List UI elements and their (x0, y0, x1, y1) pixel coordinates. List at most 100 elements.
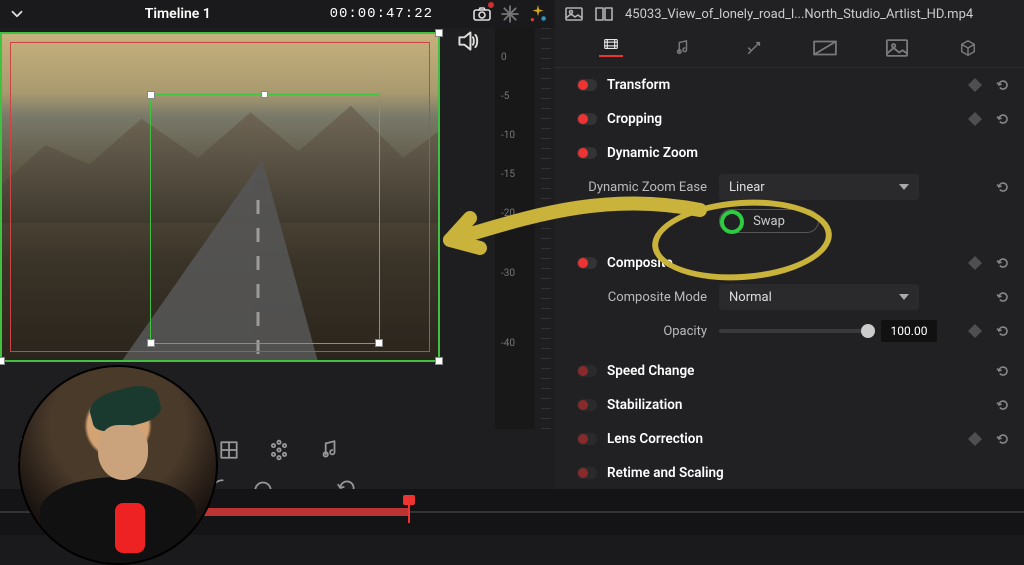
inspector-body: Transform Cropping Dynamic Zoom Dynamic … (555, 68, 1024, 535)
toggle-icon[interactable] (577, 257, 597, 269)
meter-mark: 0 (501, 52, 507, 63)
param-label: Opacity (577, 324, 707, 339)
button-label: Swap (753, 214, 785, 229)
inspector-header: 45033_View_of_lonely_road_l...North_Stud… (555, 0, 1024, 28)
toggle-icon[interactable] (577, 467, 597, 479)
resize-handle[interactable] (375, 339, 383, 347)
meter-mark: -5 (501, 91, 509, 102)
section-label: Stabilization (607, 397, 682, 413)
opacity-slider[interactable] (719, 329, 869, 333)
param-opacity: Opacity 100.00 (577, 314, 1010, 348)
tab-video[interactable] (599, 39, 623, 57)
meter-mark: -30 (501, 268, 515, 279)
section-lens-correction[interactable]: Lens Correction (577, 422, 1010, 456)
music-note-icon[interactable] (318, 439, 340, 461)
viewer-top-bar: Timeline 1 00:00:47:22 (0, 0, 555, 28)
section-label: Dynamic Zoom (607, 145, 698, 161)
image-icon[interactable] (565, 5, 583, 23)
meter-mark: -20 (501, 208, 515, 219)
section-speed-change[interactable]: Speed Change (577, 354, 1010, 388)
color-sparkle-icon[interactable] (529, 5, 547, 23)
resize-handle[interactable] (261, 91, 268, 98)
section-transform[interactable]: Transform (577, 68, 1010, 102)
section-label: Composite (607, 255, 673, 271)
param-label: Composite Mode (577, 290, 707, 305)
playhead[interactable] (408, 501, 410, 523)
viewer-area: 0 -5 -10 -15 -20 -30 -40 (0, 28, 555, 429)
tab-effects[interactable] (742, 39, 766, 57)
param-label: Dynamic Zoom Ease (577, 180, 707, 195)
section-composite[interactable]: Composite (577, 246, 1010, 280)
master-timecode[interactable]: 00:00:47:22 (330, 6, 433, 22)
section-retime-scaling[interactable]: Retime and Scaling (577, 456, 1010, 490)
chevron-down-icon[interactable] (8, 5, 26, 23)
grid-icon[interactable] (218, 439, 240, 461)
dynamic-zoom-end-frame[interactable] (150, 94, 380, 344)
presenter-webcam (18, 365, 218, 565)
toggle-icon[interactable] (577, 433, 597, 445)
section-cropping[interactable]: Cropping (577, 102, 1010, 136)
slider-knob[interactable] (861, 324, 875, 338)
tab-transition[interactable] (813, 39, 837, 57)
inspector-panel: 45033_View_of_lonely_road_l...North_Stud… (555, 0, 1024, 535)
meter-mark: -15 (501, 169, 515, 180)
tab-image[interactable] (885, 39, 909, 57)
audio-meter: 0 -5 -10 -15 -20 -30 -40 (495, 28, 535, 429)
param-composite-mode: Composite Mode Normal (577, 280, 1010, 314)
section-label: Cropping (607, 111, 662, 127)
section-stabilization[interactable]: Stabilization (577, 388, 1010, 422)
toggle-icon[interactable] (577, 399, 597, 411)
reset-icon[interactable] (996, 290, 1010, 304)
speaker-icon[interactable] (457, 30, 479, 52)
reset-icon[interactable] (996, 432, 1010, 446)
toggle-icon[interactable] (577, 113, 597, 125)
timeline-title: Timeline 1 (36, 6, 320, 22)
section-label: Speed Change (607, 363, 694, 379)
annotation-cursor-ring (720, 210, 744, 234)
particles-icon[interactable] (268, 439, 290, 461)
select-value: Normal (729, 290, 772, 305)
section-label: Retime and Scaling (607, 465, 724, 481)
reset-icon[interactable] (996, 398, 1010, 412)
keyframe-icon[interactable] (968, 78, 982, 92)
meter-mark: -10 (501, 130, 515, 141)
tab-file[interactable] (956, 39, 980, 57)
reset-icon[interactable] (996, 364, 1010, 378)
section-label: Transform (607, 77, 670, 93)
meter-mark: -40 (501, 338, 515, 349)
reset-icon[interactable] (996, 180, 1010, 194)
section-dynamic-zoom[interactable]: Dynamic Zoom (577, 136, 1010, 170)
resize-handle[interactable] (147, 339, 155, 347)
toggle-icon[interactable] (577, 147, 597, 159)
opacity-value[interactable]: 100.00 (881, 320, 937, 342)
keyframe-icon[interactable] (968, 432, 982, 446)
ease-select[interactable]: Linear (719, 174, 919, 200)
viewer-frame[interactable] (0, 32, 440, 362)
reset-icon[interactable] (996, 256, 1010, 270)
chevron-down-icon (899, 184, 909, 190)
param-swap: Swap (577, 204, 1010, 238)
reset-icon[interactable] (996, 324, 1010, 338)
chevron-down-icon (899, 294, 909, 300)
resize-handle[interactable] (0, 357, 5, 365)
composite-mode-select[interactable]: Normal (719, 284, 919, 310)
param-dynamic-zoom-ease: Dynamic Zoom Ease Linear (577, 170, 1010, 204)
camera-icon[interactable] (473, 5, 491, 23)
select-value: Linear (729, 180, 765, 195)
sparkle-icon[interactable] (501, 5, 519, 23)
resize-handle[interactable] (147, 91, 155, 99)
reset-icon[interactable] (996, 112, 1010, 126)
keyframe-icon[interactable] (968, 256, 982, 270)
dual-view-icon[interactable] (595, 5, 613, 23)
clip-filename: 45033_View_of_lonely_road_l...North_Stud… (625, 7, 1014, 22)
resize-handle[interactable] (435, 357, 443, 365)
audio-meter-bar (541, 28, 551, 429)
toggle-icon[interactable] (577, 79, 597, 91)
toggle-icon[interactable] (577, 365, 597, 377)
keyframe-icon[interactable] (968, 112, 982, 126)
resize-handle[interactable] (435, 29, 443, 37)
reset-icon[interactable] (996, 78, 1010, 92)
tab-audio[interactable] (670, 39, 694, 57)
keyframe-icon[interactable] (968, 324, 982, 338)
inspector-tabs (555, 28, 1024, 68)
